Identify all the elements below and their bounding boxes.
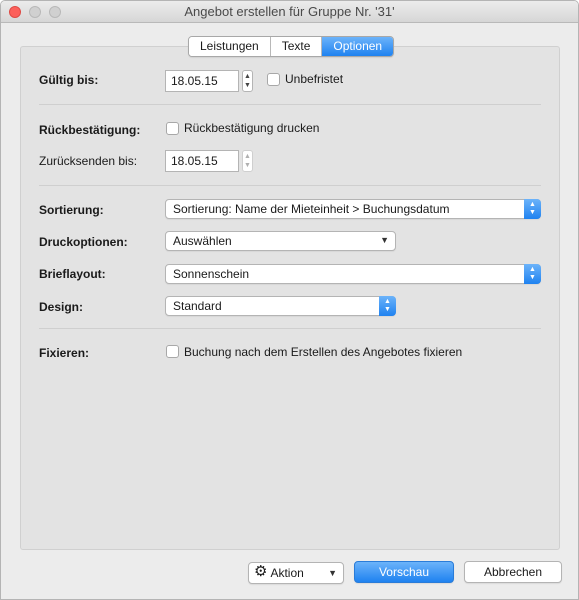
- tab-optionen[interactable]: Optionen: [322, 37, 394, 56]
- fixieren-checkbox[interactable]: [166, 345, 179, 358]
- sortierung-value: Sortierung: Name der Mieteinheit > Buchu…: [173, 202, 450, 216]
- separator-2: [39, 185, 541, 186]
- unbefristet-label: Unbefristet: [285, 72, 344, 86]
- brieflayout-label: Brieflayout:: [39, 267, 106, 281]
- gear-icon: ⚙: [254, 563, 268, 580]
- brieflayout-popup[interactable]: Sonnenschein ▲ ▼: [165, 264, 541, 284]
- zuruecksenden-bis-label: Zurücksenden bis:: [39, 154, 138, 168]
- chevron-down-icon: ▼: [380, 235, 389, 245]
- action-menu-button[interactable]: ⚙ Aktion ▼: [248, 562, 344, 584]
- cancel-button[interactable]: Abbrechen: [464, 561, 562, 583]
- popup-arrows-icon: ▲ ▼: [524, 264, 541, 284]
- design-label: Design:: [39, 300, 84, 314]
- fixieren-label: Fixieren:: [39, 346, 90, 360]
- sortierung-popup[interactable]: Sortierung: Name der Mieteinheit > Buchu…: [165, 199, 541, 219]
- chevron-down-icon: ▼: [328, 568, 337, 578]
- design-popup[interactable]: Standard ▲ ▼: [165, 296, 396, 316]
- tab-texte[interactable]: Texte: [270, 37, 323, 56]
- popup-arrows-icon: ▲ ▼: [379, 296, 396, 316]
- dialog-window: Angebot erstellen für Gruppe Nr. '31' Le…: [0, 0, 579, 600]
- brieflayout-value: Sonnenschein: [173, 267, 250, 281]
- gueltig-bis-label: Gültig bis:: [39, 73, 99, 87]
- fixieren-checkbox-label: Buchung nach dem Erstellen des Angebotes…: [184, 345, 463, 359]
- popup-arrows-icon: ▲ ▼: [524, 199, 541, 219]
- window-title: Angebot erstellen für Gruppe Nr. '31': [184, 4, 395, 19]
- gueltig-bis-stepper[interactable]: ▲ ▼: [242, 70, 253, 92]
- druckoptionen-popup[interactable]: Auswählen ▼: [165, 231, 396, 251]
- zuruecksenden-bis-stepper[interactable]: ▲ ▼: [242, 150, 253, 172]
- gueltig-bis-date-field[interactable]: 18.05.15: [165, 70, 239, 92]
- design-value: Standard: [173, 299, 222, 313]
- rueckbestaetigung-drucken-label: Rückbestätigung drucken: [184, 121, 320, 135]
- action-label: Aktion: [270, 566, 304, 580]
- rueckbestaetigung-drucken-checkbox[interactable]: [166, 122, 179, 135]
- tab-leistungen[interactable]: Leistungen: [189, 37, 271, 56]
- tab-bar: Leistungen Texte Optionen: [188, 36, 395, 57]
- druckoptionen-label: Druckoptionen:: [39, 235, 128, 249]
- title-bar: Angebot erstellen für Gruppe Nr. '31': [1, 1, 578, 23]
- unbefristet-checkbox[interactable]: [267, 73, 280, 86]
- druckoptionen-value: Auswählen: [173, 234, 232, 248]
- separator-3: [39, 328, 541, 329]
- rueckbestaetigung-label: Rückbestätigung:: [39, 123, 141, 137]
- zuruecksenden-bis-date-field[interactable]: 18.05.15: [165, 150, 239, 172]
- sortierung-label: Sortierung:: [39, 203, 104, 217]
- preview-button[interactable]: Vorschau: [354, 561, 454, 583]
- separator-1: [39, 104, 541, 105]
